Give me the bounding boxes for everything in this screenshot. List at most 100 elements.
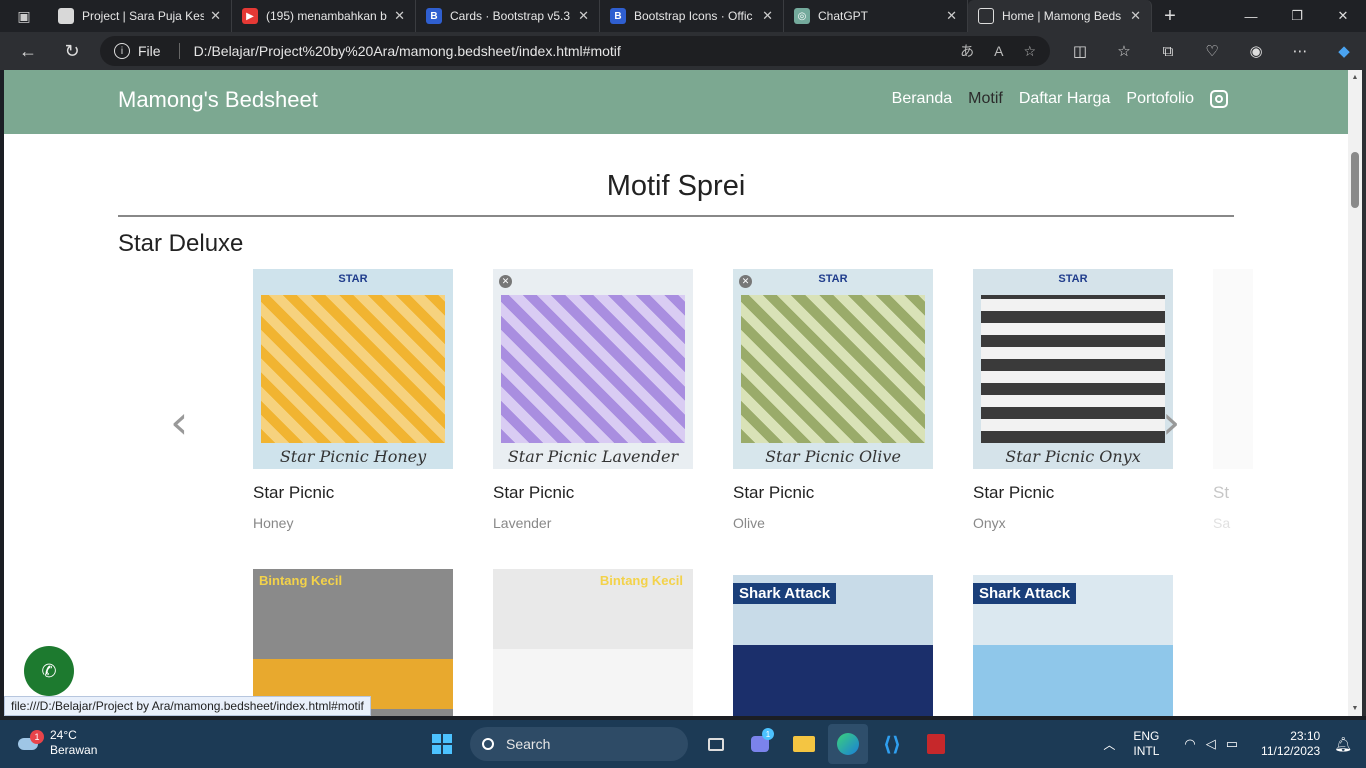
notification-bell-icon[interactable]: 🔔︎ (1334, 736, 1352, 753)
acrobat-icon[interactable] (916, 724, 956, 764)
product-card[interactable]: Bintang Kecil (253, 569, 453, 716)
search-icon (482, 738, 494, 750)
site-brand[interactable]: Mamong's Bedsheet (118, 87, 318, 113)
edge-icon[interactable] (828, 724, 868, 764)
scroll-up-icon[interactable]: ▲ (1351, 74, 1359, 81)
nav-links: Beranda Motif Daftar Harga Portofolio (876, 90, 1228, 108)
close-icon[interactable]: ✕ (499, 275, 512, 288)
weather-desc: Berawan (50, 743, 98, 757)
tray-icons[interactable]: ◠ ◁ ▭ (1179, 736, 1243, 752)
card-title: Star Picnic (973, 483, 1055, 502)
product-card[interactable]: Bintang Kecil (493, 569, 693, 716)
browser-tab[interactable]: Project | Sara Puja Kes ✕ (48, 0, 232, 32)
back-button[interactable]: ← (6, 32, 50, 70)
favorites-icon[interactable]: ☆ (1102, 42, 1146, 60)
tab-label: Bootstrap Icons · Offic (634, 9, 753, 23)
tab-close-icon[interactable]: ✕ (762, 8, 773, 24)
product-image: Shark Attack (973, 575, 1173, 716)
browser-tab[interactable]: B Bootstrap Icons · Offic ✕ (600, 0, 784, 32)
instagram-icon[interactable] (1210, 90, 1228, 108)
scrollbar-thumb[interactable] (1351, 152, 1359, 208)
translate-icon[interactable]: あ (960, 41, 974, 61)
nav-daftar-harga[interactable]: Daftar Harga (1019, 90, 1111, 108)
product-card[interactable]: Shark Attack (973, 575, 1173, 716)
page-viewport: Mamong's Bedsheet Beranda Motif Daftar H… (4, 70, 1348, 716)
tab-actions-icon[interactable]: ▣ (0, 0, 48, 32)
start-icon[interactable] (422, 724, 462, 764)
tab-close-icon[interactable]: ✕ (1130, 8, 1141, 24)
scroll-down-icon[interactable]: ▼ (1351, 705, 1359, 712)
card-title: Star Picnic (493, 483, 575, 502)
card-subtitle: Lavender (493, 515, 552, 531)
product-card[interactable]: ✕ Star Picnic Lavender Star Picnic Laven… (493, 269, 693, 531)
product-card[interactable]: ✕ STAR Star Picnic Olive Star Picnic Oli… (733, 269, 933, 531)
system-tray: ︿ ENG INTL ◠ ◁ ▭ 23:10 11/12/2023 🔔︎ (1103, 720, 1366, 768)
product-image (1213, 269, 1253, 469)
favorite-star-icon[interactable]: ☆ (1023, 43, 1036, 60)
split-screen-icon[interactable]: ◫ (1058, 42, 1102, 60)
carousel-prev-icon[interactable]: ‹ (170, 395, 188, 449)
file-explorer-icon[interactable] (784, 724, 824, 764)
section-divider (118, 215, 1234, 217)
nav-motif[interactable]: Motif (968, 90, 1003, 108)
info-icon[interactable]: i (114, 43, 130, 59)
status-url-tooltip: file:///D:/Belajar/Project by Ara/mamong… (4, 696, 371, 716)
card-title: Star Picnic (733, 483, 815, 502)
brand-logo: STAR (1058, 273, 1088, 285)
lang-top: ENG (1133, 729, 1160, 743)
product-card[interactable]: Shark Attack (733, 575, 933, 716)
whatsapp-button[interactable]: ✆ (24, 646, 74, 696)
language-indicator[interactable]: ENG INTL (1133, 729, 1159, 759)
copilot-icon[interactable]: ◆ (1322, 42, 1366, 60)
close-window-icon[interactable]: ✕ (1320, 0, 1366, 32)
teams-chat-icon[interactable]: 1 (740, 724, 780, 764)
browser-tab[interactable]: ◎ ChatGPT ✕ (784, 0, 968, 32)
chevron-up-icon[interactable]: ︿ (1103, 736, 1115, 753)
refresh-button[interactable]: ↻ (50, 32, 94, 70)
card-subtitle: Olive (733, 515, 765, 531)
product-script-label: Star Picnic Lavender (507, 447, 679, 466)
new-tab-button[interactable]: + (1152, 5, 1188, 28)
tab-close-icon[interactable]: ✕ (946, 8, 957, 24)
window-edge (1362, 70, 1366, 716)
collections-icon[interactable]: ⧉ (1146, 43, 1190, 60)
card-subtitle: Honey (253, 515, 294, 531)
whatsapp-icon: ✆ (41, 660, 57, 681)
restore-icon[interactable]: ❐ (1274, 0, 1320, 32)
taskbar-apps: Search 1 ⟨⟩ (420, 724, 958, 764)
vscode-icon[interactable]: ⟨⟩ (872, 724, 912, 764)
product-card[interactable]: STAR Star Picnic Onyx Star Picnic Onyx (973, 269, 1173, 531)
minimize-icon[interactable]: — (1228, 0, 1274, 32)
product-banner: Shark Attack (733, 583, 837, 604)
product-image: Bintang Kecil (493, 569, 693, 716)
toolbar-buttons: ◫ ☆ ⧉ ♡ ◉ ⋯ ◆ (1058, 32, 1366, 70)
bedsheet-photo (981, 295, 1165, 443)
read-aloud-icon[interactable]: A (994, 43, 1003, 59)
tab-close-icon[interactable]: ✕ (578, 8, 589, 24)
performance-icon[interactable]: ♡ (1190, 42, 1234, 60)
page-scrollbar[interactable]: ▲ ▼ (1348, 70, 1362, 716)
category-title: Star Deluxe (118, 230, 244, 257)
weather-widget[interactable]: 1 24°C Berawan (14, 728, 97, 758)
clock[interactable]: 23:10 11/12/2023 (1261, 729, 1320, 759)
product-card[interactable]: STAR Star Picnic Honey Star Picnic Honey (253, 269, 453, 531)
task-view-icon[interactable] (696, 724, 736, 764)
product-card-partial[interactable]: St Sa (1213, 269, 1253, 531)
bedsheet-photo (501, 295, 685, 443)
more-menu-icon[interactable]: ⋯ (1278, 42, 1322, 60)
browser-tab-bar: ▣ Project | Sara Puja Kes ✕ ▶ (195) mena… (0, 0, 1366, 32)
tab-close-icon[interactable]: ✕ (394, 8, 405, 24)
nav-beranda[interactable]: Beranda (892, 90, 953, 108)
browser-tab-active[interactable]: Home | Mamong Beds ✕ (968, 0, 1152, 32)
tab-close-icon[interactable]: ✕ (210, 8, 221, 24)
nav-portofolio[interactable]: Portofolio (1126, 90, 1194, 108)
address-bar[interactable]: i File D:/Belajar/Project%20by%20Ara/mam… (100, 36, 1050, 66)
browser-tab[interactable]: B Cards · Bootstrap v5.3 ✕ (416, 0, 600, 32)
notification-badge: 1 (762, 728, 774, 740)
taskbar-search[interactable]: Search (470, 727, 688, 761)
profile-avatar[interactable]: ◉ (1234, 42, 1278, 60)
browser-tab[interactable]: ▶ (195) menambahkan b ✕ (232, 0, 416, 32)
carousel-next-icon[interactable]: › (1162, 395, 1180, 449)
url-text[interactable]: D:/Belajar/Project%20by%20Ara/mamong.bed… (194, 43, 941, 59)
tab-favicon-icon (58, 8, 74, 24)
